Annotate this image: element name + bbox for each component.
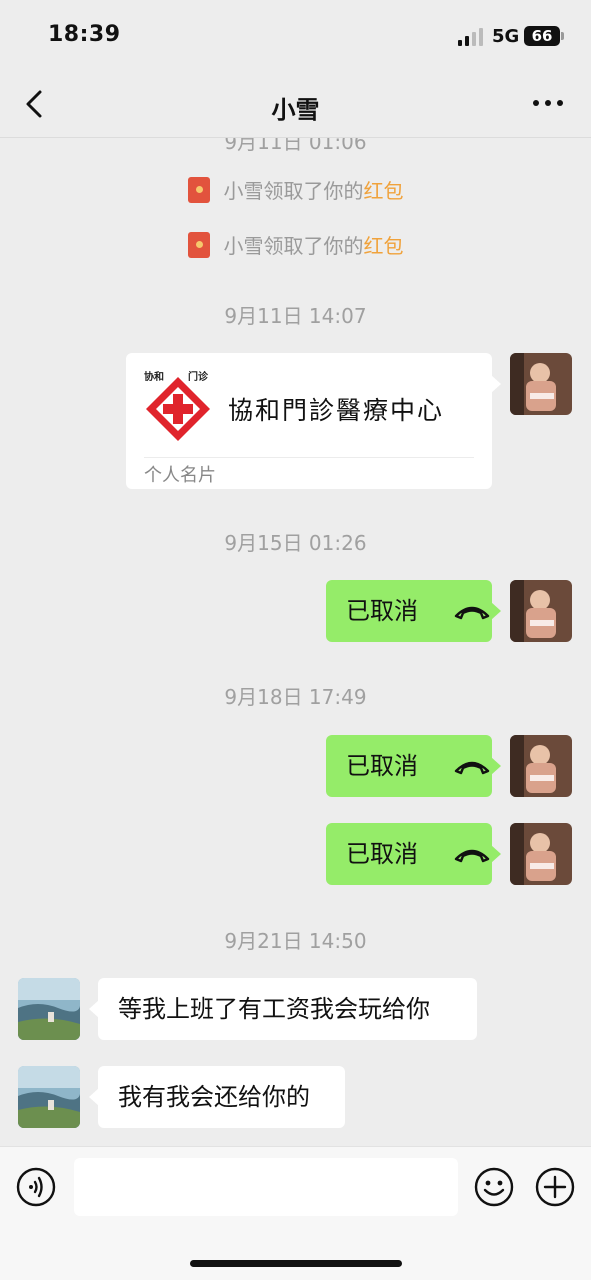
more-button[interactable] <box>533 100 565 108</box>
svg-text:协和: 协和 <box>144 370 164 383</box>
message-input[interactable] <box>74 1158 458 1216</box>
voice-icon <box>16 1167 56 1207</box>
my-avatar[interactable] <box>510 580 572 642</box>
my-avatar[interactable] <box>510 353 572 415</box>
contact-card-message[interactable]: 协和 门诊 協和門診醫療中心 个人名片 <box>126 353 501 489</box>
call-status-text: 已取消 <box>346 752 418 780</box>
home-indicator[interactable] <box>190 1260 402 1267</box>
timestamp: 9月18日 17:49 <box>224 685 367 709</box>
timestamp: 9月15日 01:26 <box>224 531 367 555</box>
phone-hangup-icon <box>454 761 489 775</box>
call-status-text: 已取消 <box>346 597 418 625</box>
ellipsis-icon <box>533 100 539 106</box>
voice-call-message[interactable]: 已取消 <box>326 735 501 797</box>
red-packet-icon <box>187 232 210 258</box>
voice-button[interactable] <box>16 1167 56 1207</box>
battery-icon: 66 <box>524 26 564 46</box>
my-avatar[interactable] <box>510 823 572 885</box>
chat-header: 小雪 <box>0 70 591 138</box>
red-packet-icon <box>187 177 210 203</box>
card-contact-name: 協和門診醫療中心 <box>228 396 445 425</box>
more-functions-button[interactable] <box>535 1167 575 1207</box>
status-time: 18:39 <box>48 22 121 47</box>
call-status-text: 已取消 <box>346 840 418 868</box>
phone-hangup-icon <box>454 849 489 863</box>
status-bar: 18:39 5G 66 <box>0 0 591 70</box>
phone-hangup-icon <box>454 606 489 620</box>
divider <box>144 457 474 458</box>
my-avatar[interactable] <box>510 735 572 797</box>
system-message: 小雪领取了你的红包 <box>0 175 591 204</box>
voice-call-message[interactable]: 已取消 <box>326 823 501 885</box>
emoji-icon <box>474 1167 514 1207</box>
timestamp: 9月21日 14:50 <box>224 929 367 953</box>
contact-avatar[interactable] <box>18 978 80 1040</box>
svg-text:门诊: 门诊 <box>188 370 209 383</box>
emoji-button[interactable] <box>474 1167 514 1207</box>
chat-title: 小雪 <box>271 96 320 124</box>
system-message: 小雪领取了你的红包 <box>0 230 591 259</box>
red-packet-link[interactable]: 红包 <box>364 179 404 203</box>
contact-avatar[interactable] <box>18 1066 80 1128</box>
timestamp: 9月11日 14:07 <box>224 304 367 328</box>
voice-call-message[interactable]: 已取消 <box>326 580 501 642</box>
text-message[interactable]: 等我上班了有工资我会玩给你 <box>89 978 477 1040</box>
chat-area[interactable]: 9月11日 01:06 小雪领取了你的红包 小雪领取了你的红包 9月11日 14… <box>0 138 591 1146</box>
signal-icon <box>458 28 486 46</box>
text-message[interactable]: 我有我会还给你的 <box>89 1066 345 1128</box>
timestamp: 9月11日 01:06 <box>224 138 367 154</box>
hospital-logo: 协和 门诊 <box>142 369 214 441</box>
card-type-label: 个人名片 <box>144 465 216 486</box>
red-packet-link[interactable]: 红包 <box>364 234 404 258</box>
network-type: 5G <box>492 26 520 47</box>
plus-icon <box>535 1167 575 1207</box>
input-bar <box>0 1146 591 1280</box>
